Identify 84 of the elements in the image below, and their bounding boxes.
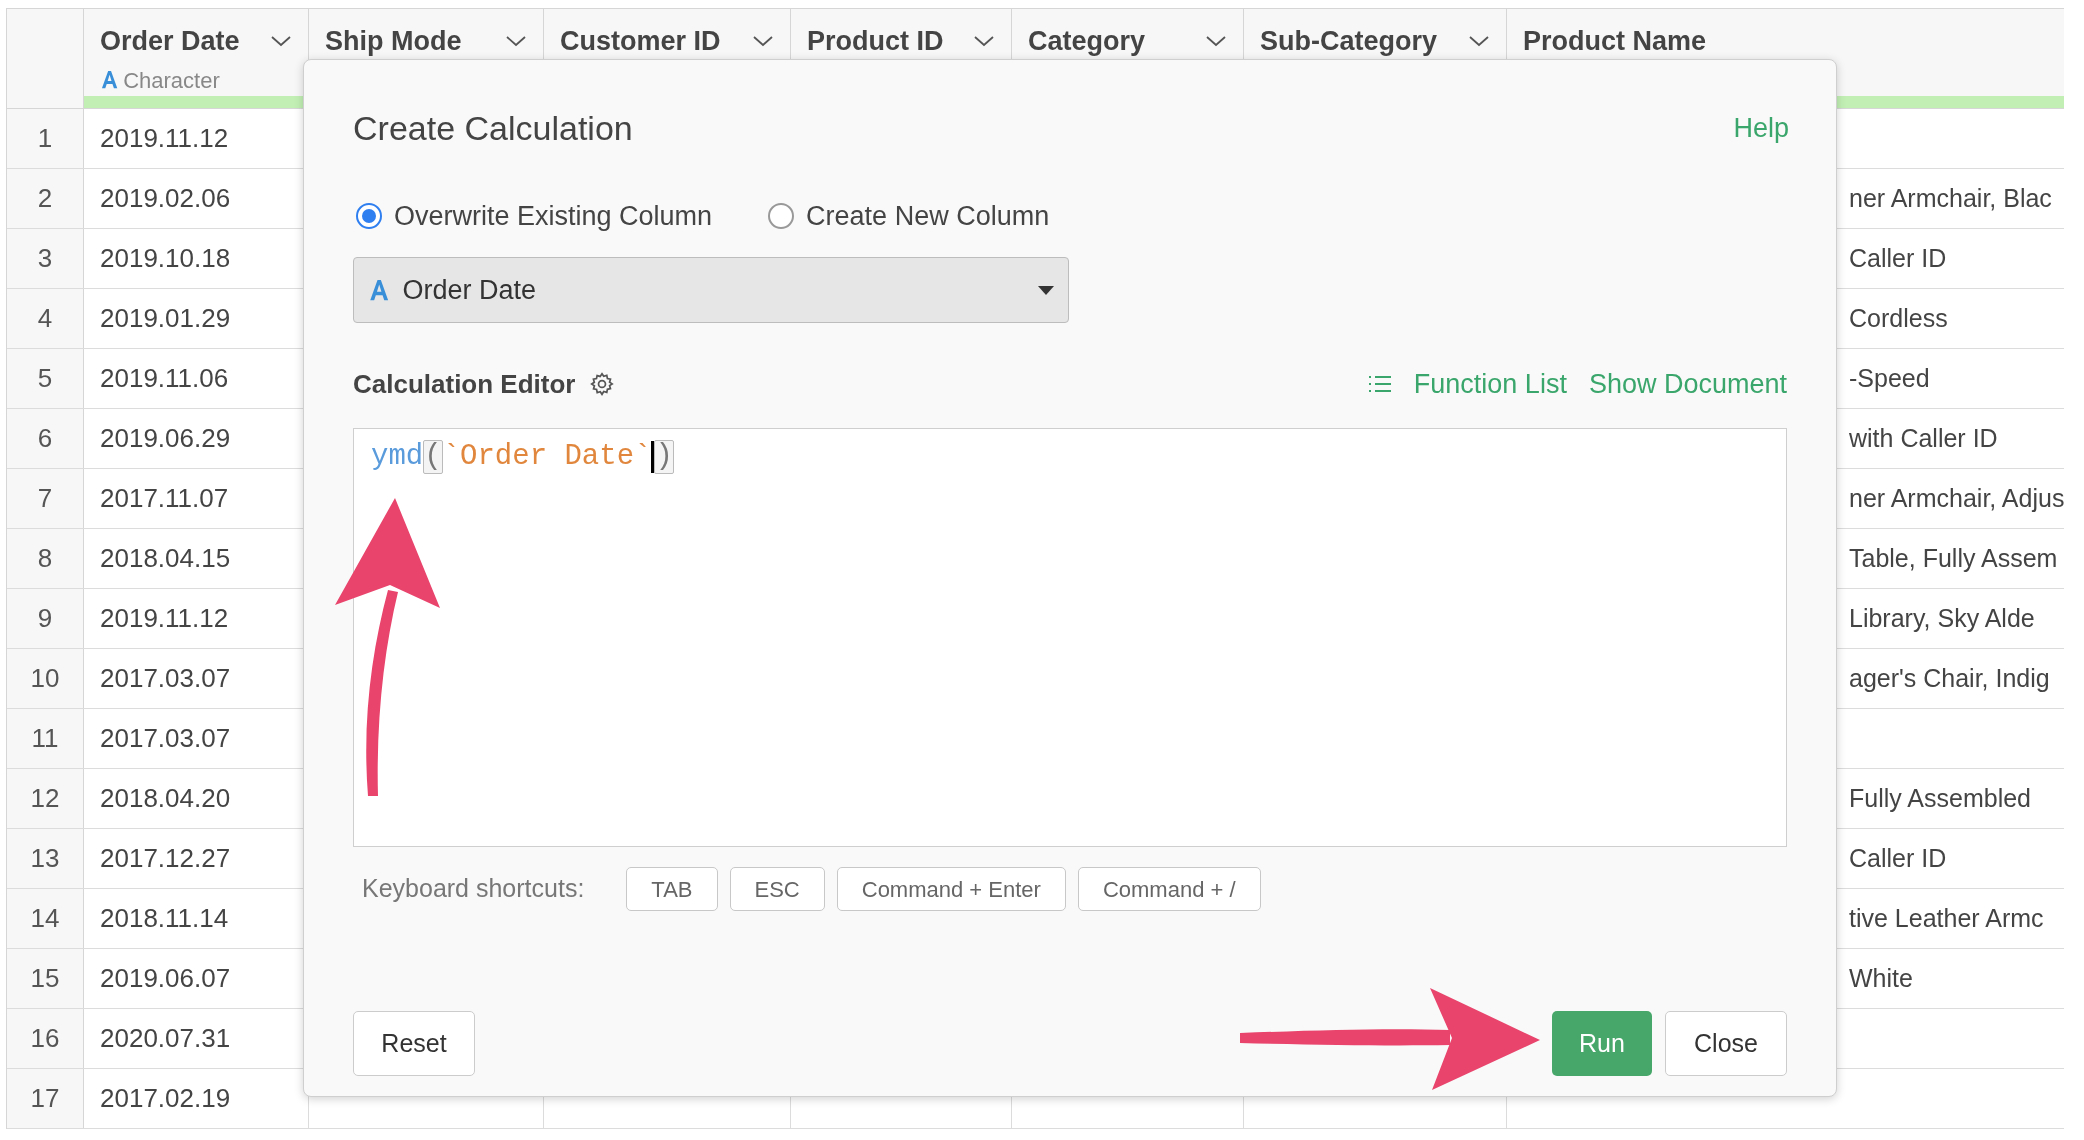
settings-icon[interactable]	[589, 371, 616, 397]
column-header[interactable]: Product ID	[807, 21, 995, 62]
row-number: 6	[37, 422, 53, 455]
table-cell-text: 2019.06.29	[100, 422, 231, 455]
table-cell-text: Library, Sky Alde	[1849, 602, 2035, 634]
row-number: 11	[31, 722, 59, 755]
code-paren: )	[654, 440, 674, 474]
chevron-down-icon	[1468, 34, 1490, 49]
column-header[interactable]: Order Date	[100, 21, 292, 62]
table-cell-text: 2019.11.12	[100, 602, 229, 635]
table-cell-text: 2019.11.06	[100, 362, 229, 395]
table-cell-text: 2019.06.07	[100, 962, 231, 995]
table-cell-text: White	[1849, 962, 1913, 994]
chevron-down-icon	[505, 34, 527, 49]
row-number: 12	[30, 782, 60, 815]
table-cell-text: ner Armchair, Adjus	[1849, 482, 2065, 514]
table-cell-text: 2017.02.19	[100, 1082, 231, 1115]
table-cell-text: Fully Assembled	[1849, 782, 2032, 814]
close-button[interactable]: Close	[1665, 1011, 1787, 1076]
column-header[interactable]: Category	[1028, 21, 1227, 62]
row-number: 2	[37, 182, 53, 215]
table-cell-text: 2018.04.20	[100, 782, 231, 815]
table-cell-text: 2019.10.18	[100, 242, 231, 275]
character-type-icon	[368, 278, 391, 302]
table-cell-text: tive Leather Armc	[1849, 902, 2044, 934]
chevron-down-icon	[1205, 34, 1227, 49]
table-cell-text: 2018.04.15	[100, 542, 231, 575]
table-cell-text: 2017.11.07	[100, 482, 229, 515]
shortcut-key: Command + /	[1077, 867, 1261, 911]
column-header[interactable]: Customer ID	[560, 21, 774, 62]
caret-icon	[1038, 285, 1054, 295]
code-string: `Order Date`	[442, 439, 652, 476]
shortcut-key: TAB	[626, 867, 718, 911]
dialog-title: Create Calculation	[353, 107, 633, 149]
row-number: 1	[37, 122, 53, 155]
row-number: 3	[37, 242, 53, 275]
column-header[interactable]: Ship Mode	[325, 21, 527, 62]
table-cell-text: 2018.11.14	[100, 902, 229, 935]
reset-button[interactable]: Reset	[353, 1011, 475, 1076]
table-cell-text: with Caller ID	[1849, 422, 1998, 454]
column-type-label: Character	[123, 66, 220, 95]
table-cell-text: 2019.01.29	[100, 302, 231, 335]
list-icon	[1367, 374, 1392, 394]
table-cell-text: Caller ID	[1849, 842, 1947, 874]
row-number: 8	[37, 542, 53, 575]
table-cell-text: 2019.11.12	[100, 122, 229, 155]
text-cursor	[651, 441, 655, 473]
row-number: 5	[37, 362, 53, 395]
table-cell-text: -Speed	[1849, 362, 1930, 394]
chevron-down-icon	[752, 34, 774, 49]
row-number: 17	[30, 1082, 60, 1115]
chevron-down-icon	[973, 34, 995, 49]
code-paren: (	[423, 440, 443, 474]
shortcut-key: Command + Enter	[836, 867, 1066, 911]
mode-radio[interactable]: Overwrite Existing Column	[356, 195, 713, 237]
row-number: 14	[30, 902, 60, 935]
shortcut-key: ESC	[729, 867, 825, 911]
column-header[interactable]: Sub-Category	[1260, 21, 1490, 62]
editor-label: Calculation Editor	[353, 367, 576, 401]
character-type-icon	[100, 70, 120, 90]
shortcuts-label: Keyboard shortcuts:	[362, 873, 585, 905]
table-cell-text: Caller ID	[1849, 242, 1947, 274]
table-cell-text: 2017.12.27	[100, 842, 231, 875]
row-number: 9	[37, 602, 53, 635]
mode-radio[interactable]: Create New Column	[768, 195, 1050, 237]
column-header[interactable]: Product Name	[1523, 21, 2049, 62]
table-cell-text: ager's Chair, Indig	[1849, 662, 2050, 694]
row-number: 13	[30, 842, 60, 875]
table-cell-text: 2019.02.06	[100, 182, 231, 215]
row-number: 7	[37, 482, 53, 515]
code-editor[interactable]: ymd(`Order Date`)	[353, 428, 1787, 847]
table-cell-text: ner Armchair, Blac	[1849, 182, 2052, 214]
chevron-down-icon	[270, 34, 292, 49]
row-number: 4	[37, 302, 53, 335]
row-number: 15	[30, 962, 60, 995]
table-cell-text: 2017.03.07	[100, 662, 231, 695]
table-cell-text: 2017.03.07	[100, 722, 231, 755]
table-cell-text: Table, Fully Assem	[1849, 542, 2058, 574]
code-function: ymd	[371, 439, 424, 476]
column-select[interactable]: Order Date	[353, 257, 1069, 323]
table-cell-text: 2020.07.31	[100, 1022, 231, 1055]
table-cell-text: Cordless	[1849, 302, 1948, 334]
row-number: 10	[30, 662, 60, 695]
row-number: 16	[30, 1022, 60, 1055]
